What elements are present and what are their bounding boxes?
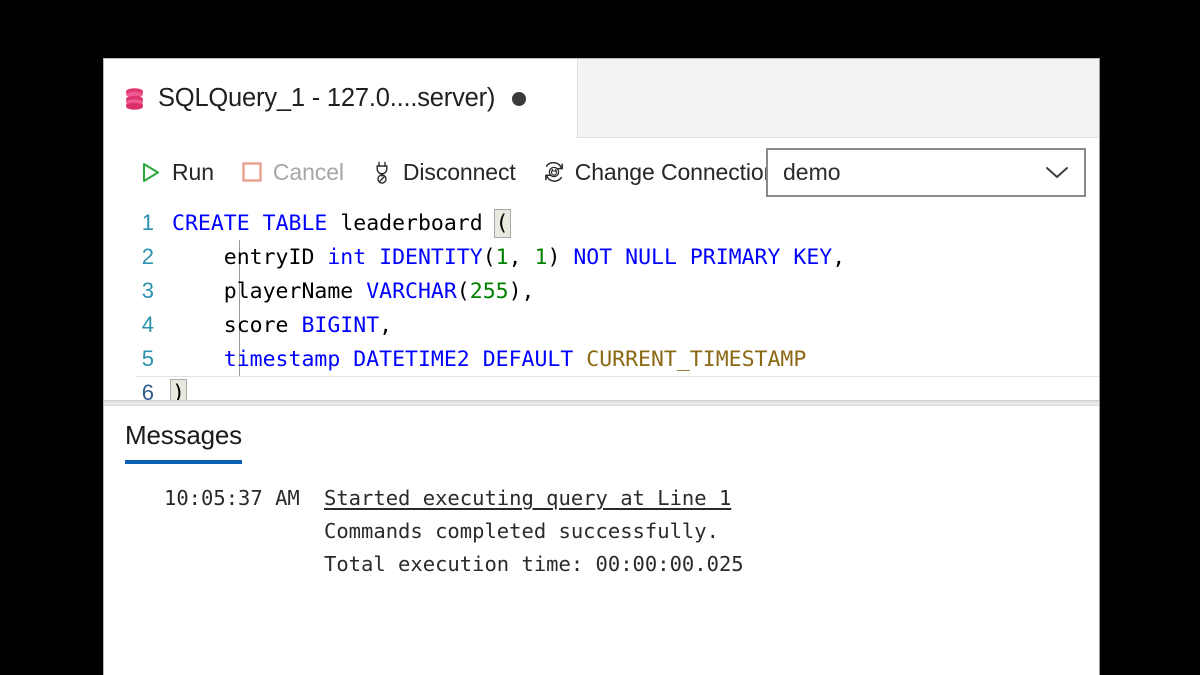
token-open-paren: (: [493, 208, 511, 238]
tab-strip: SQLQuery_1 - 127.0....server): [104, 59, 1099, 138]
message-timestamp: 10:05:37 AM: [164, 486, 300, 510]
line-number: 2: [141, 244, 154, 269]
change-connection-button[interactable]: Change Connection: [542, 158, 777, 186]
token-type-varchar: VARCHAR: [366, 278, 457, 304]
code-content: ): [170, 378, 1099, 400]
change-connection-button-label: Change Connection: [574, 158, 777, 185]
code-line-4[interactable]: 4 score BIGINT,: [104, 308, 1099, 342]
code-content: score BIGINT,: [223, 312, 393, 338]
token-table-name: leaderboard: [340, 210, 483, 236]
messages-list: 10:05:37 AM Started executing query at L…: [104, 464, 1099, 585]
code-line-6[interactable]: 6 ): [104, 376, 1099, 401]
message-row: Commands completed successfully.: [104, 519, 1099, 552]
results-panel: Messages 10:05:37 AM Started executing q…: [104, 406, 1099, 675]
token-close-paren: ): [170, 378, 187, 400]
token-type-bigint: BIGINT: [301, 312, 380, 338]
message-text[interactable]: Started executing query at Line 1: [324, 486, 1099, 510]
token-column-entryid: entryID: [223, 244, 315, 270]
sql-code-editor[interactable]: 1 CREATE TABLE leaderboard ( 2 entryID i…: [104, 206, 1099, 401]
refresh-connection-icon: [542, 160, 566, 184]
tab-messages[interactable]: Messages: [125, 420, 242, 464]
code-content: playerName VARCHAR(255),: [223, 278, 535, 304]
token-identity: IDENTITY: [379, 244, 483, 270]
token-create: CREATE: [172, 210, 250, 236]
message-row: Total execution time: 00:00:00.025: [104, 552, 1099, 585]
line-number: 5: [141, 346, 154, 371]
message-row: 10:05:37 AM Started executing query at L…: [104, 486, 1099, 519]
run-button[interactable]: Run: [139, 159, 214, 186]
token-table: TABLE: [262, 210, 328, 236]
code-line-3[interactable]: 3 playerName VARCHAR(255),: [104, 274, 1099, 308]
message-text: Commands completed successfully.: [324, 519, 719, 543]
disconnect-button[interactable]: Disconnect: [370, 159, 516, 186]
token-type-int: int: [327, 244, 367, 270]
sql-editor-window: SQLQuery_1 - 127.0....server) Run Cancel…: [103, 58, 1100, 675]
code-line-1[interactable]: 1 CREATE TABLE leaderboard (: [104, 206, 1099, 240]
code-line-5[interactable]: 5 timestamp DATETIME2 DEFAULT CURRENT_TI…: [104, 342, 1099, 376]
screen-root: SQLQuery_1 - 127.0....server) Run Cancel…: [0, 0, 1200, 675]
stop-square-icon: [240, 160, 264, 184]
run-button-label: Run: [172, 158, 214, 185]
cancel-button[interactable]: Cancel: [240, 159, 344, 186]
unsaved-dot-icon: [512, 91, 527, 106]
token-type-datetime2: DATETIME2: [353, 346, 470, 372]
cancel-button-label: Cancel: [272, 158, 344, 185]
code-line-2[interactable]: 2 entryID int IDENTITY(1, 1) NOT NULL PR…: [104, 240, 1099, 274]
token-column-score: score: [223, 312, 289, 338]
plug-disconnect-icon: [370, 160, 394, 184]
line-number: 3: [141, 278, 154, 303]
connection-dropdown[interactable]: demo: [766, 148, 1086, 197]
tab-active-underline: [125, 460, 242, 464]
chevron-down-icon: [1046, 167, 1068, 178]
token-default: DEFAULT: [482, 346, 574, 372]
database-icon: [126, 87, 143, 110]
query-toolbar: Run Cancel Disconnect Change Connection …: [104, 138, 1099, 206]
play-triangle-icon: [139, 160, 163, 184]
message-text: Total execution time: 00:00:00.025: [324, 552, 744, 576]
line-number: 4: [141, 312, 154, 337]
line-number: 6: [141, 380, 154, 401]
token-constraints: NOT NULL PRIMARY KEY: [573, 244, 833, 270]
results-tab-row: Messages: [104, 406, 1099, 464]
token-varchar-length: 255: [469, 278, 509, 304]
tab-messages-label: Messages: [125, 420, 242, 450]
code-content: CREATE TABLE leaderboard (: [172, 208, 1099, 238]
token-identity-increment: 1: [534, 244, 548, 270]
editor-tab-sqlquery1[interactable]: SQLQuery_1 - 127.0....server): [104, 59, 578, 138]
code-content: entryID int IDENTITY(1, 1) NOT NULL PRIM…: [223, 244, 846, 270]
line-number: 1: [141, 210, 154, 235]
token-current-timestamp: CURRENT_TIMESTAMP: [586, 346, 807, 372]
connection-dropdown-value: demo: [783, 159, 841, 185]
token-column-timestamp: timestamp: [223, 346, 341, 372]
token-column-playername: playerName: [223, 278, 354, 304]
disconnect-button-label: Disconnect: [402, 158, 516, 185]
code-content: timestamp DATETIME2 DEFAULT CURRENT_TIME…: [172, 347, 1099, 372]
token-identity-seed: 1: [495, 244, 509, 270]
tab-title: SQLQuery_1 - 127.0....server): [158, 84, 496, 112]
